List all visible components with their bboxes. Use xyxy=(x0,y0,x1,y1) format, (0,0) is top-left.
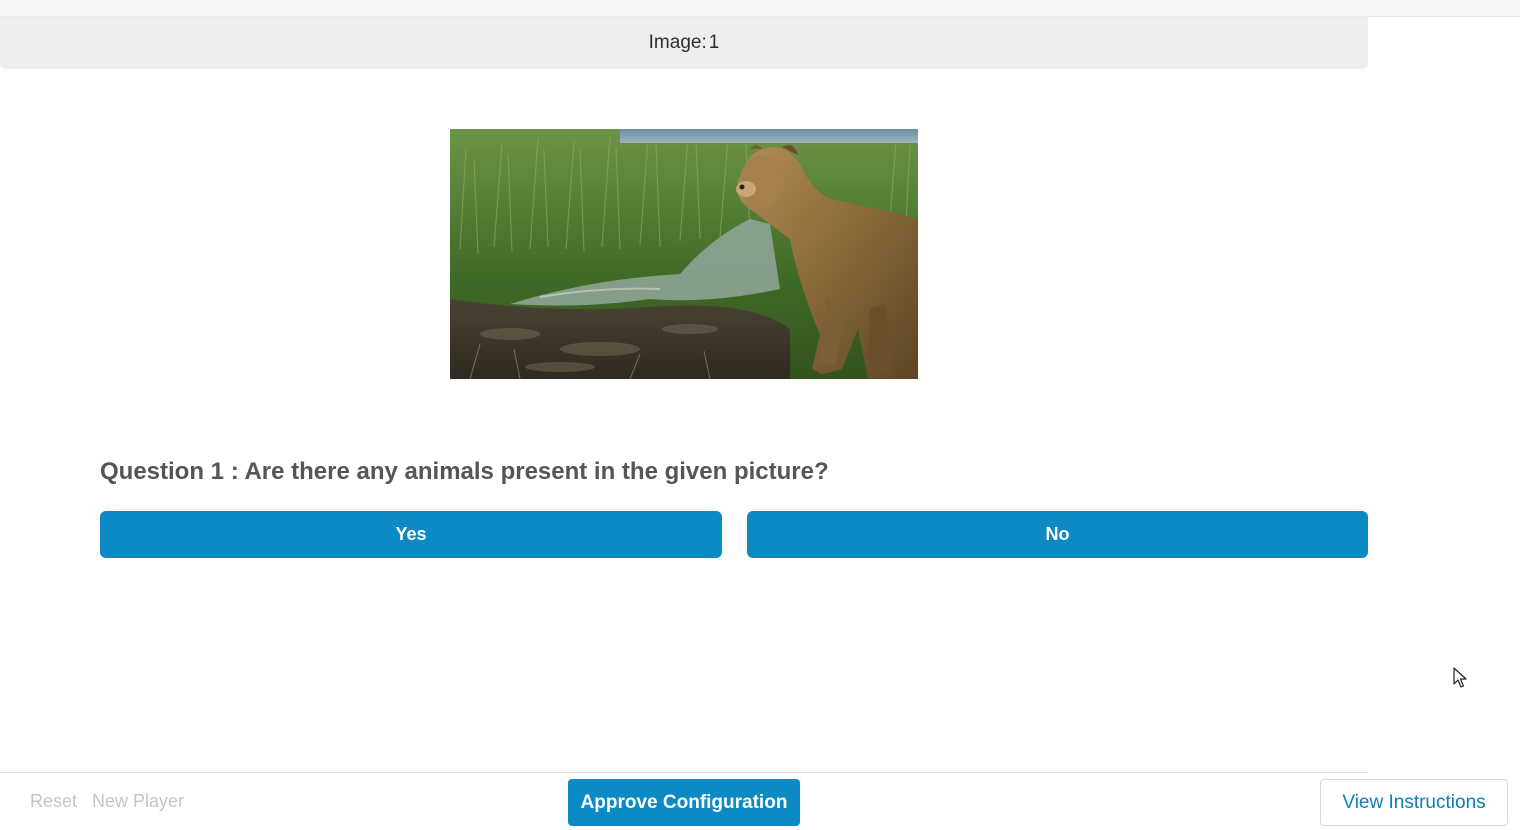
reset-link[interactable]: Reset xyxy=(30,791,77,812)
lioness-photo xyxy=(450,129,918,379)
top-strip xyxy=(0,0,1520,17)
task-image xyxy=(450,129,918,379)
image-counter-header: Image: 1 xyxy=(0,17,1368,69)
answer-yes-button[interactable]: Yes xyxy=(100,511,722,558)
answer-no-button[interactable]: No xyxy=(747,511,1368,558)
question-text: Question 1 : Are there any animals prese… xyxy=(100,458,829,485)
image-counter-label: Image: xyxy=(648,32,707,53)
image-counter-number: 1 xyxy=(708,32,720,53)
approve-configuration-button[interactable]: Approve Configuration xyxy=(568,779,800,826)
footer-divider xyxy=(0,772,1368,773)
mouse-pointer-icon xyxy=(1453,667,1467,688)
new-player-link[interactable]: New Player xyxy=(92,791,184,812)
view-instructions-button[interactable]: View Instructions xyxy=(1320,779,1508,826)
